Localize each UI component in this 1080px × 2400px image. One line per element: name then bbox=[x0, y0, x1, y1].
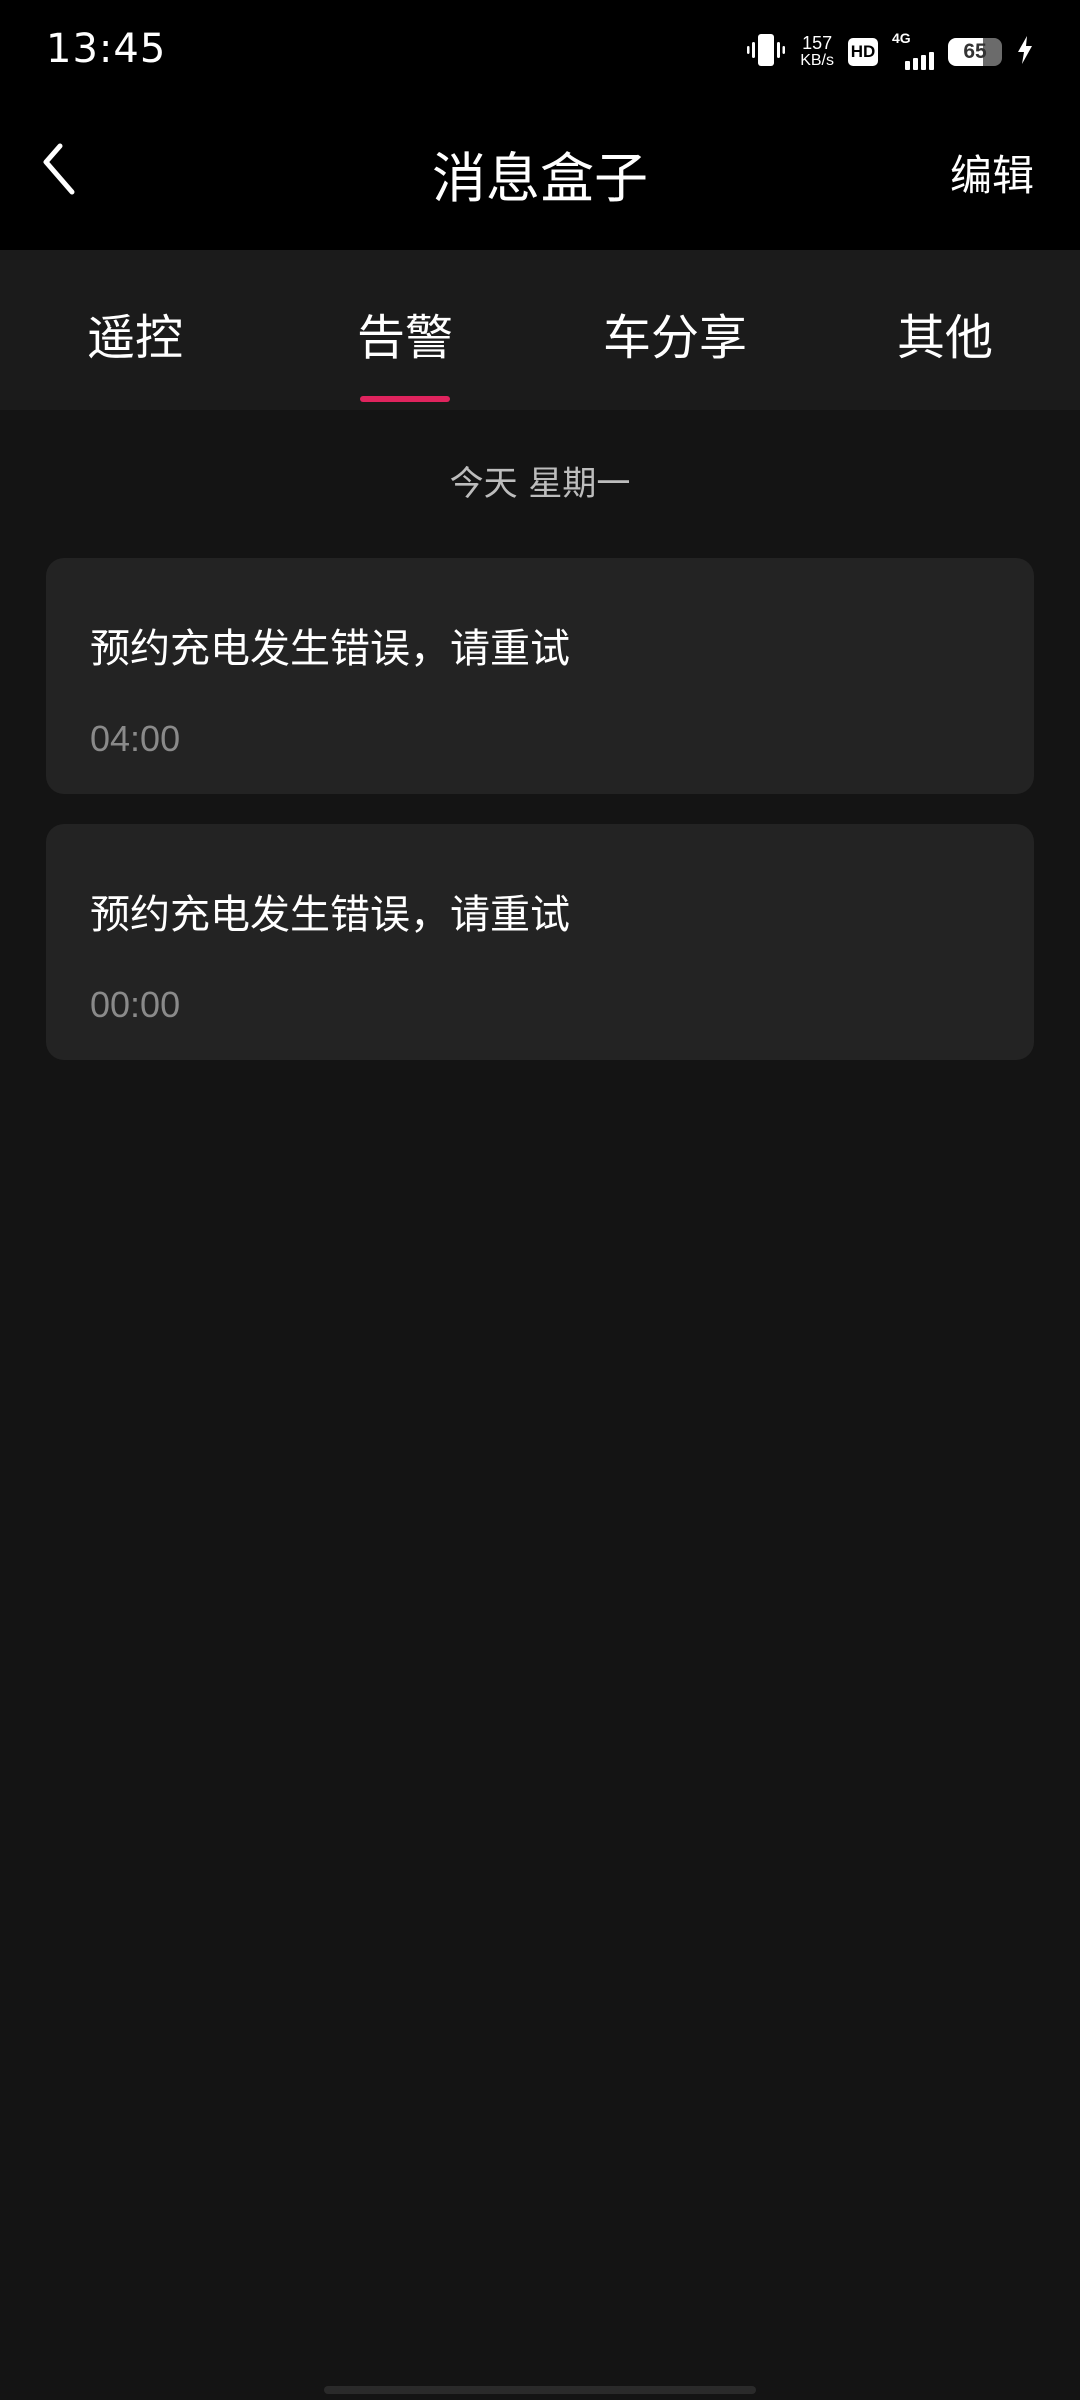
message-list: 今天 星期一 预约充电发生错误，请重试 04:00 预约充电发生错误，请重试 0… bbox=[0, 410, 1080, 2400]
message-time: 04:00 bbox=[90, 718, 181, 759]
page-title: 消息盒子 bbox=[432, 147, 648, 210]
message-card[interactable]: 预约充电发生错误，请重试 00:00 bbox=[46, 824, 1034, 1060]
message-time: 00:00 bbox=[90, 984, 181, 1025]
active-tab-indicator bbox=[360, 396, 450, 402]
signal-icon: 4G bbox=[892, 30, 934, 70]
tab-bar: 遥控 告警 车分享 其他 bbox=[0, 250, 1080, 410]
network-speed-unit: KB/s bbox=[800, 52, 834, 69]
network-speed: 157 KB/s bbox=[800, 33, 834, 69]
tab-other[interactable]: 其他 bbox=[897, 298, 993, 368]
message-title: 预约充电发生错误，请重试 bbox=[90, 626, 570, 672]
data-arrows-icon bbox=[892, 48, 902, 70]
network-type: 4G bbox=[892, 30, 911, 46]
date-header: 今天 星期一 bbox=[449, 464, 631, 504]
charging-icon bbox=[1016, 35, 1034, 69]
vibrate-icon bbox=[746, 32, 786, 72]
message-card[interactable]: 预约充电发生错误，请重试 04:00 bbox=[46, 558, 1034, 794]
hd-icon: HD bbox=[848, 38, 878, 66]
status-icons: 157 KB/s HD 4G 65 bbox=[746, 30, 1034, 74]
edit-button[interactable]: 编辑 bbox=[950, 142, 1034, 203]
battery-icon: 65 bbox=[948, 38, 1002, 66]
tab-car-share[interactable]: 车分享 bbox=[603, 298, 747, 368]
status-time: 13:45 bbox=[46, 26, 167, 72]
home-indicator[interactable] bbox=[324, 2386, 756, 2394]
tab-alerts[interactable]: 告警 bbox=[357, 298, 453, 368]
message-title: 预约充电发生错误，请重试 bbox=[90, 892, 570, 938]
tab-remote-control[interactable]: 遥控 bbox=[87, 298, 183, 368]
status-bar: 13:45 157 KB/s HD 4G 65 bbox=[0, 0, 1080, 100]
network-speed-value: 157 bbox=[802, 33, 833, 53]
app-header: 消息盒子 编辑 bbox=[0, 100, 1080, 250]
